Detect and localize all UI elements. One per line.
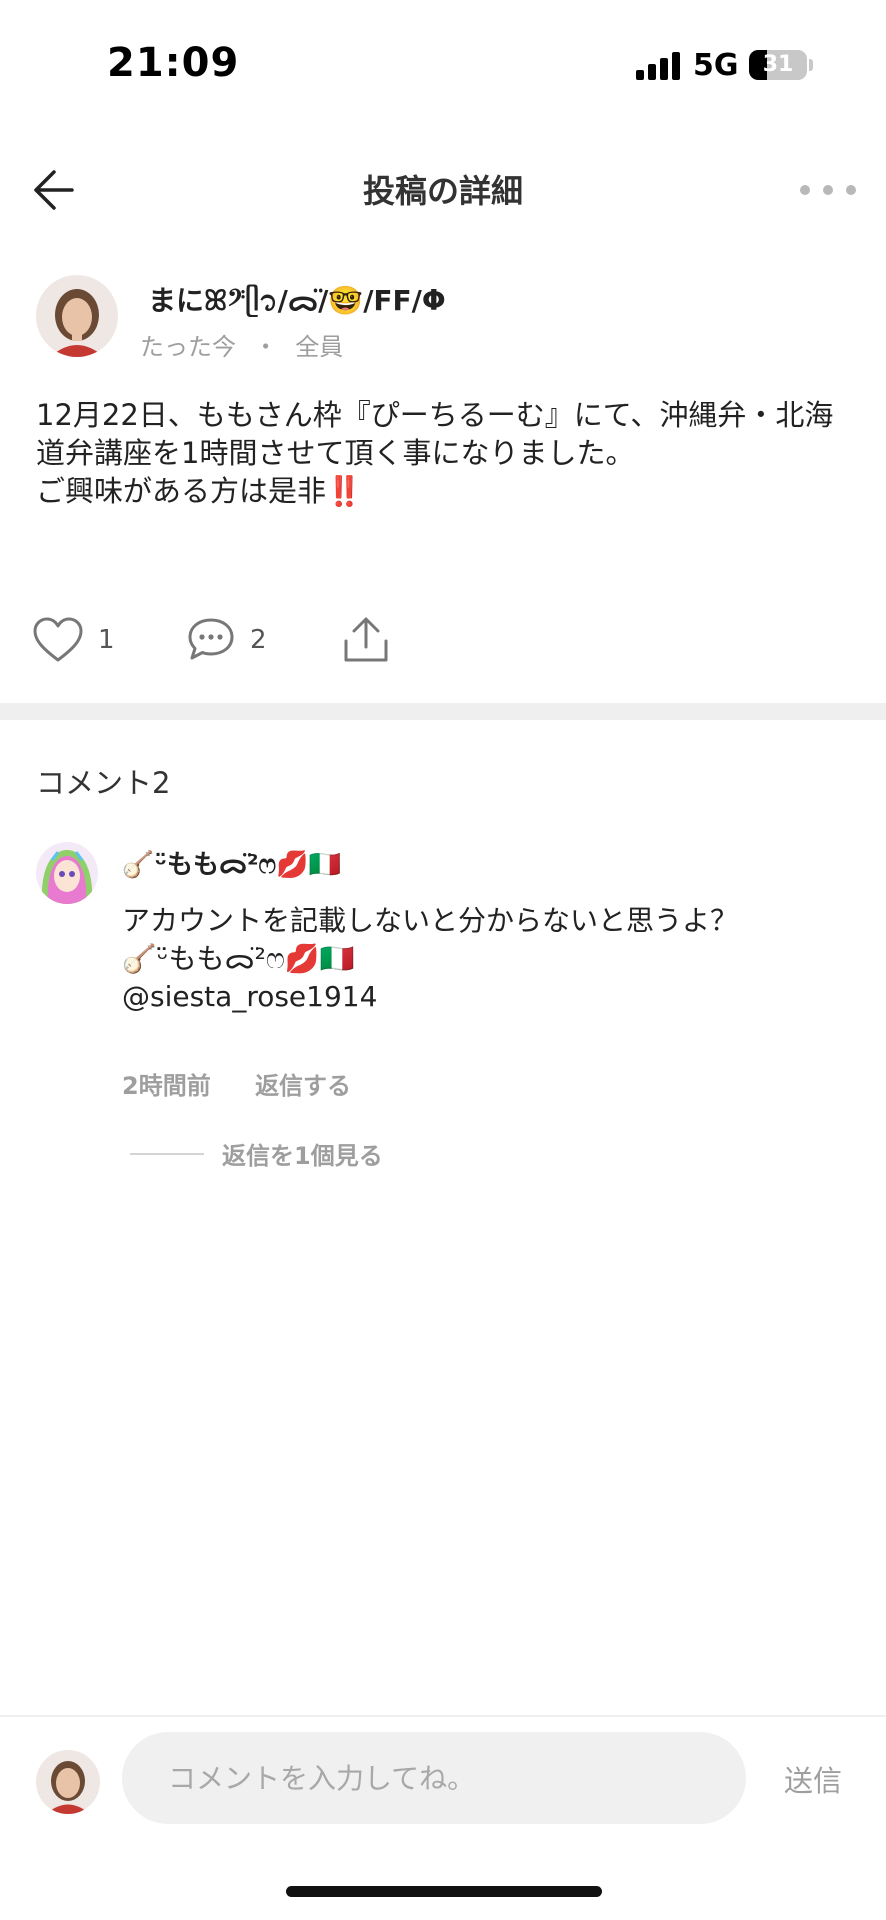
battery-cap — [809, 59, 813, 71]
comment-text: アカウントを記載しないと分からないと思うよ？ 🪕ᵕ̈ももᯅ̈²ෆ💋🇮🇹 @sie… — [122, 902, 738, 1016]
post-body: 12月22日、ももさん枠『ぴーちるーむ』にて、沖縄弁・北海 道弁講座を1時間させ… — [36, 396, 856, 510]
send-button[interactable]: 送信 — [784, 1758, 842, 1800]
like-button[interactable]: 1 — [32, 612, 115, 668]
post-meta: たった今 ・ 全員 — [140, 327, 343, 362]
battery-icon: 31 — [749, 50, 807, 80]
author-avatar[interactable] — [36, 275, 118, 357]
post-header: まにꕤ𝄢ᥫ᭡/ᯅ̈/🤓/FF/Φ たった今 ・ 全員 — [36, 275, 856, 365]
post-body-line: 12月22日、ももさん枠『ぴーちるーむ』にて、沖縄弁・北海 — [36, 398, 834, 432]
input-divider — [0, 1715, 886, 1717]
view-replies-label: 返信を1個見る — [222, 1142, 383, 1170]
my-avatar — [36, 1750, 100, 1814]
view-replies-button[interactable]: 返信を1個見る — [130, 1136, 383, 1171]
section-divider — [0, 703, 886, 720]
share-icon — [344, 617, 388, 662]
page-title: 投稿の詳細 — [362, 172, 523, 210]
post-body-line: 道弁講座を1時間させて頂く事になりました。 — [36, 436, 635, 470]
meta-separator: ・ — [253, 333, 278, 361]
comment-time: 2時間前 — [122, 1072, 211, 1100]
heart-icon — [33, 617, 83, 662]
comments-heading: コメント2 — [36, 766, 171, 800]
comment-bubble-icon — [188, 618, 234, 660]
comment-button[interactable]: 2 — [186, 612, 267, 668]
comment-count: 2 — [250, 625, 267, 655]
replies-line — [130, 1152, 204, 1155]
home-indicator[interactable] — [286, 1886, 602, 1897]
status-time: 21:09 — [107, 40, 240, 86]
reply-button[interactable]: 返信する — [255, 1072, 351, 1100]
comment-input[interactable] — [122, 1732, 746, 1824]
comment-input-bar: 送信 — [0, 1732, 886, 1828]
comment-item: 🪕ᵕ̈ももᯅ̈²ෆ💋🇮🇹 アカウントを記載しないと分からないと思うよ？ 🪕ᵕ̈も… — [36, 840, 856, 1170]
author-name[interactable]: まにꕤ𝄢ᥫ᭡/ᯅ̈/🤓/FF/Φ — [148, 279, 446, 331]
post-audience: 全員 — [295, 333, 344, 361]
share-button[interactable] — [342, 612, 390, 668]
cellular-signal-icon — [636, 52, 680, 80]
post-actions: 1 2 — [32, 612, 432, 672]
comment-line: アカウントを記載しないと分からないと思うよ？ — [122, 904, 739, 937]
post-time: たった今 — [140, 333, 236, 361]
network-type: 5G — [693, 48, 739, 83]
comment-meta: 2時間前 返信する — [122, 1066, 351, 1101]
nav-bar: 投稿の詳細 — [0, 150, 886, 230]
comment-line: 🪕ᵕ̈ももᯅ̈²ෆ💋🇮🇹 — [122, 942, 355, 975]
post-body-line: ご興味がある方は是非‼️ — [36, 474, 363, 508]
like-count: 1 — [98, 625, 115, 655]
status-bar: 21:09 5G 31 — [0, 0, 886, 130]
comment-mention[interactable]: @siesta_rose1914 — [122, 978, 738, 1016]
more-options-button[interactable] — [800, 172, 856, 208]
battery-level: 31 — [762, 52, 794, 77]
commenter-avatar[interactable] — [36, 842, 98, 904]
commenter-name[interactable]: 🪕ᵕ̈ももᯅ̈²ෆ💋🇮🇹 — [122, 844, 341, 881]
more-horizontal-icon — [800, 185, 810, 195]
